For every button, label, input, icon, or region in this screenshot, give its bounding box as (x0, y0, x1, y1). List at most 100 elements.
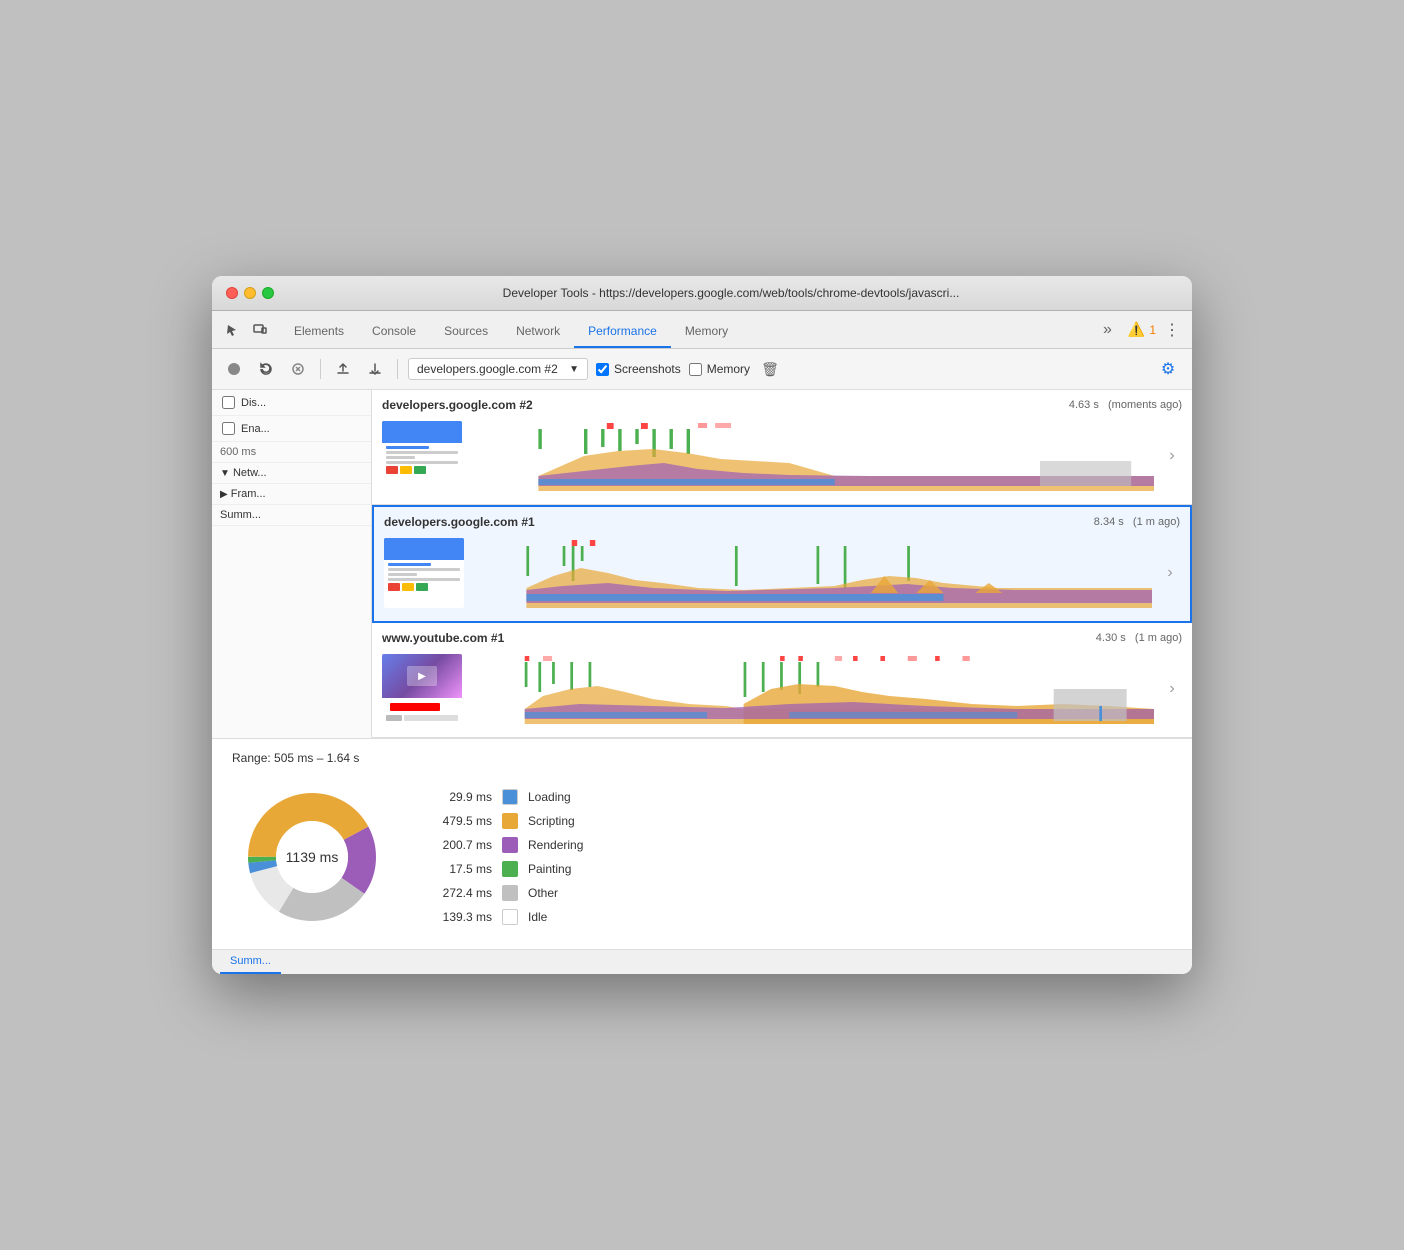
legend-item-rendering: 200.7 ms Rendering (422, 837, 583, 853)
bottom-panel: Range: 505 ms – 1.64 s (212, 738, 1192, 949)
tab-elements[interactable]: Elements (280, 316, 358, 348)
legend-item-other: 272.4 ms Other (422, 885, 583, 901)
maximize-button[interactable] (262, 287, 274, 299)
tab-bar: Elements Console Sources Network Perform… (212, 311, 1192, 349)
summary-section[interactable]: Summ... (212, 505, 371, 526)
legend-value: 139.3 ms (422, 910, 492, 924)
window-title: Developer Tools - https://developers.goo… (284, 286, 1178, 300)
disable-checkbox[interactable] (222, 396, 235, 409)
legend-value: 17.5 ms (422, 862, 492, 876)
legend: 29.9 ms Loading 479.5 ms Scripting 200.7… (422, 789, 583, 925)
legend-value: 200.7 ms (422, 838, 492, 852)
settings-icon[interactable]: ⚙ (1154, 355, 1182, 383)
legend-item-loading: 29.9 ms Loading (422, 789, 583, 805)
sidebar: Dis... Ena... 600 ms ▼ Netw... ▶ Fram...… (212, 390, 372, 738)
chart-area (472, 538, 1152, 608)
thumbnail (384, 538, 464, 608)
cursor-icon[interactable] (220, 318, 244, 342)
stop-button[interactable] (286, 357, 310, 381)
reload-record-button[interactable] (254, 357, 278, 381)
network-label: Netw... (233, 467, 267, 479)
warning-badge: ⚠️ 1 (1128, 321, 1156, 338)
warning-icon: ⚠️ (1128, 321, 1145, 338)
dropdown-chevron-icon: ▼ (569, 364, 579, 375)
minimize-button[interactable] (244, 287, 256, 299)
legend-name: Painting (528, 862, 571, 876)
legend-item-idle: 139.3 ms Idle (422, 909, 583, 925)
timeline-area: developers.google.com #2 4.63 s (moments… (372, 390, 1192, 738)
donut-total-label: 1139 ms (286, 849, 339, 865)
recording-meta: 4.63 s (moments ago) (1069, 399, 1182, 411)
enable-row[interactable]: Ena... (212, 416, 371, 442)
loading-swatch (502, 789, 518, 805)
thumbnail (382, 421, 462, 491)
screenshots-label: Screenshots (614, 362, 681, 376)
scroll-right-icon: › (1162, 447, 1182, 465)
upload-button[interactable] (331, 357, 355, 381)
legend-value: 272.4 ms (422, 886, 492, 900)
memory-checkbox-label[interactable]: Memory (689, 362, 750, 376)
frames-section[interactable]: ▶ Fram... (212, 484, 371, 505)
enable-checkbox[interactable] (222, 422, 235, 435)
bottom-tabs: Summ... (212, 949, 1192, 974)
scripting-swatch (502, 813, 518, 829)
timeline-ms: 600 ms (212, 442, 371, 463)
rendering-swatch (502, 837, 518, 853)
tab-memory[interactable]: Memory (671, 316, 742, 348)
download-button[interactable] (363, 357, 387, 381)
summary-tab[interactable]: Summ... (220, 950, 281, 974)
summary-label: Summ... (220, 509, 261, 521)
title-bar: Developer Tools - https://developers.goo… (212, 276, 1192, 311)
more-options-button[interactable]: ⋮ (1160, 318, 1184, 342)
legend-item-scripting: 479.5 ms Scripting (422, 813, 583, 829)
thumbnail: ▶ (382, 654, 462, 724)
tab-sources[interactable]: Sources (430, 316, 502, 348)
legend-value: 29.9 ms (422, 790, 492, 804)
separator-2 (397, 359, 398, 379)
recording-title: developers.google.com #2 (382, 398, 533, 412)
screenshots-checkbox[interactable] (596, 363, 609, 376)
recording-item[interactable]: www.youtube.com #1 4.30 s (1 m ago) ▶ (372, 623, 1192, 738)
memory-checkbox[interactable] (689, 363, 702, 376)
recording-item[interactable]: developers.google.com #1 8.34 s (1 m ago… (372, 505, 1192, 623)
recording-title: www.youtube.com #1 (382, 631, 504, 645)
responsive-icon[interactable] (248, 318, 272, 342)
yt-thumbnail-image: ▶ (382, 654, 462, 698)
tab-console[interactable]: Console (358, 316, 430, 348)
chart-area (470, 654, 1154, 724)
tab-icons (220, 318, 272, 342)
close-button[interactable] (226, 287, 238, 299)
idle-swatch (502, 909, 518, 925)
main-area: Dis... Ena... 600 ms ▼ Netw... ▶ Fram...… (212, 390, 1192, 738)
scroll-right-icon: › (1162, 680, 1182, 698)
recording-chart: › (382, 416, 1182, 496)
summary-area: 1139 ms 29.9 ms Loading 479.5 ms Scripti… (232, 777, 1172, 937)
legend-name: Scripting (528, 814, 575, 828)
painting-swatch (502, 861, 518, 877)
legend-name: Loading (528, 790, 571, 804)
tabs-container: Elements Console Sources Network Perform… (280, 311, 1095, 348)
legend-name: Idle (528, 910, 547, 924)
frames-label: Fram... (231, 488, 266, 500)
recording-meta: 8.34 s (1 m ago) (1094, 516, 1180, 528)
memory-label: Memory (707, 362, 750, 376)
clear-button[interactable]: 🗑 (758, 357, 782, 381)
network-section[interactable]: ▼ Netw... (212, 463, 371, 484)
record-button[interactable] (222, 357, 246, 381)
range-text: Range: 505 ms – 1.64 s (232, 751, 1172, 765)
legend-name: Other (528, 886, 558, 900)
recording-chart: ▶ (382, 649, 1182, 729)
more-tabs-button[interactable]: » (1095, 317, 1120, 343)
recording-item[interactable]: developers.google.com #2 4.63 s (moments… (372, 390, 1192, 505)
legend-value: 479.5 ms (422, 814, 492, 828)
legend-item-painting: 17.5 ms Painting (422, 861, 583, 877)
toolbar: developers.google.com #2 ▼ Screenshots M… (212, 349, 1192, 390)
disable-screenshots-row[interactable]: Dis... (212, 390, 371, 416)
disable-label: Dis... (241, 397, 266, 409)
devtools-window: Developer Tools - https://developers.goo… (212, 276, 1192, 974)
traffic-lights (226, 287, 274, 299)
tab-performance[interactable]: Performance (574, 316, 671, 348)
screenshots-checkbox-label[interactable]: Screenshots (596, 362, 681, 376)
url-selector[interactable]: developers.google.com #2 ▼ (408, 358, 588, 380)
tab-network[interactable]: Network (502, 316, 574, 348)
